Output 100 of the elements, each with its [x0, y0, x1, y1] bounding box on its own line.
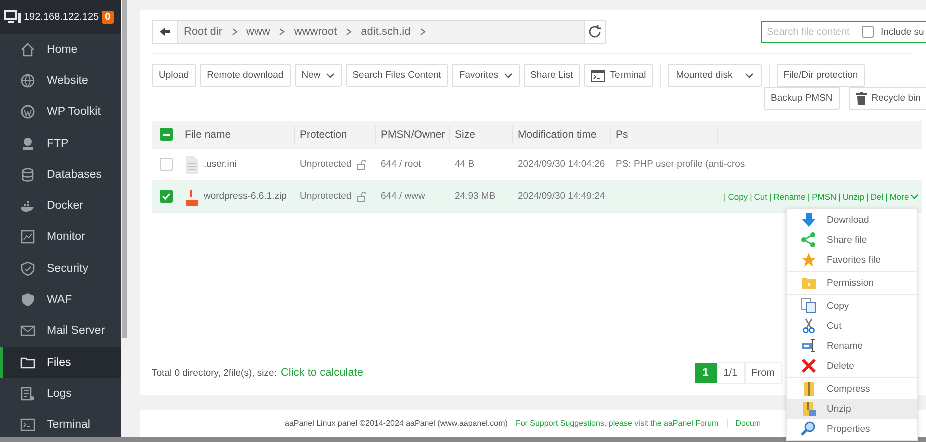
lock-icon[interactable] [356, 192, 367, 202]
toolbar-button[interactable]: File/Dir protection [776, 64, 866, 87]
menu-item[interactable]: Delete [787, 356, 917, 376]
nav-item[interactable]: Docker [0, 190, 121, 222]
nav-item[interactable]: Terminal [0, 410, 121, 437]
checkbox-label: Include su [881, 26, 924, 38]
menu-item[interactable]: Download [787, 210, 917, 230]
row-checkbox[interactable] [160, 158, 173, 171]
caret-icon [326, 72, 335, 78]
whale-icon [20, 198, 36, 214]
table-cell: PS: PHP user profile (anti-cros [616, 159, 746, 170]
menu-item[interactable]: Permission [787, 273, 917, 293]
breadcrumb-link[interactable]: Root dir [184, 26, 223, 38]
table-cell-text: 24.93 MB [454, 190, 497, 204]
select-all-checkbox[interactable] [160, 128, 173, 141]
breadcrumb-link[interactable]: www [246, 26, 270, 38]
toolbar-button[interactable]: Favorites [452, 64, 520, 87]
include-subdirectories-checkbox[interactable] [862, 26, 874, 38]
page-range-select[interactable]: From [744, 362, 782, 384]
chevron-icon [346, 28, 352, 36]
menu-item[interactable]: Share file [787, 230, 917, 250]
separator-text: | [750, 192, 752, 202]
protection-status: Unprotected [300, 191, 352, 202]
toolbar-button[interactable]: Recycle bin [848, 87, 926, 110]
folder-icon [801, 275, 817, 291]
text-file-icon [185, 156, 199, 174]
nav-item[interactable]: FTP [0, 128, 121, 160]
column-header[interactable]: Protection [295, 126, 376, 143]
nav-item[interactable]: Monitor [0, 222, 121, 254]
toolbar-button[interactable]: Share List [524, 64, 580, 87]
check-icon [162, 193, 171, 200]
caret-icon [504, 72, 512, 78]
text-cursor-icon [801, 338, 817, 354]
menu-item[interactable]: Cut [787, 316, 917, 336]
toolbar-button[interactable]: Search Files Content [346, 64, 448, 87]
chart-icon [20, 229, 36, 246]
server-icon [20, 136, 36, 152]
nav-item[interactable]: Website [0, 65, 121, 97]
caret-icon [910, 194, 920, 200]
scissors-icon [801, 318, 817, 334]
chevron-icon [232, 28, 238, 36]
nav-item[interactable]: Security [0, 253, 121, 284]
breadcrumb-link[interactable]: adit.sch.id [361, 26, 411, 38]
toolbar-button[interactable]: Remote download [200, 64, 291, 87]
down-arrow-icon [801, 212, 817, 228]
nav-item[interactable]: Home [0, 34, 121, 66]
separator-text: | [808, 192, 810, 202]
caret-icon [744, 72, 754, 78]
column-header[interactable]: File name [182, 126, 295, 143]
scrollbar[interactable] [121, 0, 128, 437]
toolbar-button[interactable]: Terminal [584, 64, 654, 87]
row-checkbox[interactable] [160, 190, 173, 203]
chevron-icon [420, 28, 426, 36]
file-name[interactable]: .user.ini [204, 159, 237, 170]
nav-item[interactable]: WAF [0, 284, 121, 316]
toolbar-button[interactable]: Backup PMSN [764, 87, 840, 110]
file-name[interactable]: wordpress-6.6.1.zip [204, 191, 287, 202]
path-bar[interactable]: Root dir www wwwroot adit.sch.id [152, 20, 606, 44]
separator-text: | [866, 192, 869, 202]
copy-icon [801, 298, 817, 314]
menu-item[interactable]: Properties [787, 419, 917, 439]
toolbar-button[interactable]: Upload [152, 64, 196, 87]
breadcrumb-link[interactable]: wwwroot [294, 26, 338, 38]
toolbar-button[interactable]: New [294, 64, 342, 87]
back-arrow-icon[interactable] [159, 27, 171, 37]
mounted-disk-select[interactable]: Mounted disk [668, 64, 762, 87]
menu-item[interactable]: Copy [787, 296, 917, 316]
table-cell-text: 44 B [454, 158, 476, 172]
share-icon [801, 232, 817, 248]
chevron-icon [279, 28, 286, 36]
trash-icon [856, 92, 867, 105]
nav-item[interactable]: Logs [0, 378, 121, 410]
nav-item[interactable]: Databases [0, 159, 121, 190]
column-header[interactable]: Ps [611, 126, 718, 143]
page-count: 1/1 [716, 362, 745, 384]
menu-item[interactable]: Compress [787, 379, 917, 399]
menu-item[interactable]: Favorites file [787, 250, 917, 270]
globe-icon [20, 72, 36, 89]
column-header[interactable]: PMSN/Owner [376, 126, 450, 143]
column-header[interactable]: Size [450, 126, 513, 143]
shield-icon [20, 260, 36, 277]
separator-text: | [886, 192, 888, 202]
database-icon [20, 166, 36, 183]
menu-item[interactable]: Unzip [787, 399, 917, 419]
archive-icon [801, 401, 817, 417]
lock-icon[interactable] [356, 160, 367, 170]
menu-item[interactable]: Rename [787, 336, 917, 356]
computer-icon [4, 10, 21, 24]
terminal-icon [20, 417, 36, 434]
nav-item[interactable]: Files [0, 346, 121, 378]
column-header[interactable]: Modification time [513, 126, 611, 143]
nav-item[interactable]: Mail Server [0, 316, 121, 347]
circle-logo-icon [20, 104, 36, 120]
server-address: 192.168.122.125 [24, 12, 100, 22]
separator-text: | [838, 192, 841, 202]
home-icon [20, 42, 36, 58]
shield-icon [20, 292, 36, 308]
nav-item[interactable]: WP Toolkit [0, 96, 121, 128]
protection-status: Unprotected [300, 159, 352, 170]
refresh-icon[interactable] [588, 25, 602, 39]
